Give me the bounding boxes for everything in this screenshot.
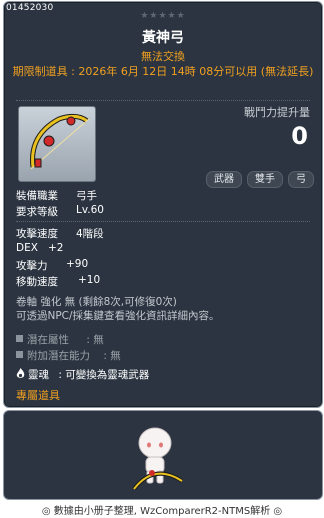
exclusive-item-label: 專屬道具: [16, 389, 60, 402]
stat-value: +90: [66, 258, 89, 270]
scroll-upgrade-line: 卷軸 強化 無 (剩餘8次,可修復0次): [16, 296, 177, 308]
potential-checkbox: [16, 351, 23, 358]
soul-text: : 可變換為靈魂武器: [58, 369, 150, 381]
scroll-hint-line: 可透過NPC/採集鍵查看強化資訊詳細內容。: [16, 310, 220, 322]
expiry-label: 期限制道具 : 2026年 6月 12日 14時 08分可以用 (無法延長): [12, 65, 314, 78]
potential-row: 潛在屬性 : 無: [16, 332, 104, 347]
stat-value: +10: [78, 274, 101, 286]
tag-two-handed: 雙手: [247, 171, 283, 188]
requirement-value: Lv.60: [76, 204, 104, 216]
tag-bow: 弓: [288, 171, 314, 188]
potential-value: : 無: [86, 334, 104, 346]
stat-label: 移動速度: [16, 276, 58, 288]
combat-power-value: 0: [291, 122, 308, 150]
requirement-label: 裝備職業: [16, 190, 58, 202]
stat-value: +2: [48, 242, 64, 254]
character-preview-panel: [3, 410, 323, 500]
item-name: 黃神弓: [142, 30, 184, 46]
potential-checkbox: [16, 335, 23, 342]
divider: [16, 221, 310, 222]
star-rating: ★★★★★: [140, 11, 186, 21]
combat-power-label: 戰鬥力提升量: [244, 106, 310, 119]
potential-row: 附加潛在能力 : 無: [16, 348, 121, 363]
stat-label: DEX: [16, 242, 38, 254]
footer-credit: ◎ 數據由小册子整理, WzComparerR2-NTMS解析 ◎: [41, 506, 283, 517]
untradeable-label: 無法交換: [141, 50, 185, 63]
soul-flame-icon: [16, 368, 25, 378]
stat-value: 4階段: [76, 228, 104, 240]
stat-label: 攻擊速度: [16, 228, 58, 240]
potential-label: 附加潛在能力: [27, 350, 90, 362]
divider: [16, 100, 310, 101]
soul-label: 靈魂: [28, 369, 49, 381]
tag-weapon: 武器: [206, 171, 242, 188]
item-icon: [18, 106, 96, 182]
character-avatar: [132, 427, 184, 491]
requirement-label: 要求等級: [16, 206, 58, 218]
requirement-value: 弓手: [76, 190, 97, 202]
item-tooltip: 01452030 ★★★★★ 黃神弓 無法交換 期限制道具 : 2026年 6月…: [3, 1, 323, 408]
potential-value: : 無: [103, 350, 121, 362]
item-tags: 武器 雙手 弓: [206, 171, 314, 188]
potential-label: 潛在屬性: [27, 334, 69, 346]
bow-icon: [30, 113, 90, 170]
stat-label: 攻擊力: [16, 260, 48, 272]
